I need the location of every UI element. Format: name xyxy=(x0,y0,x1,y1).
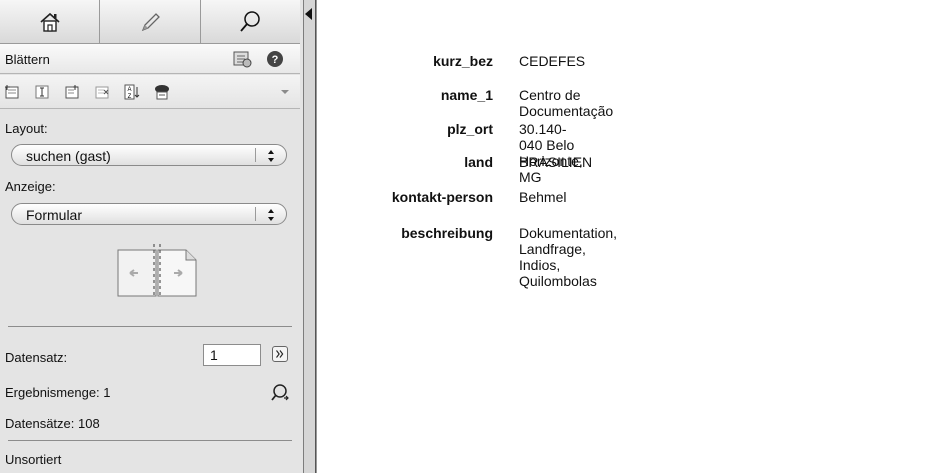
tab-find[interactable] xyxy=(200,0,300,43)
chevron-down-icon[interactable] xyxy=(280,88,290,96)
field-label-name-1: name_1 xyxy=(440,87,493,103)
divider xyxy=(8,440,292,441)
field-label-land: land xyxy=(464,154,493,170)
find-request-icon[interactable] xyxy=(152,84,172,100)
tab-layout[interactable] xyxy=(100,0,201,43)
pencil-icon xyxy=(141,12,160,31)
field-value-beschreibung[interactable]: Dokumentation, Landfrage, Indios, Quilom… xyxy=(519,225,617,289)
view-label: Anzeige: xyxy=(5,179,56,194)
go-to-record-button[interactable] xyxy=(272,346,288,362)
status-area: Blättern ? AZ Layout: suchen (gast) Anze… xyxy=(0,0,304,473)
field-value-plz-ort[interactable]: 30.140-040 Belo Horizonte, MG xyxy=(519,121,583,185)
mode-tabs xyxy=(0,0,300,44)
svg-text:?: ? xyxy=(272,54,279,66)
sort-status: Unsortiert xyxy=(5,452,62,467)
home-icon xyxy=(40,12,60,32)
book-navigator-icon[interactable] xyxy=(116,240,198,298)
select-divider xyxy=(255,207,256,221)
record-form: kurz_bez CEDEFES name_1 Centro de Docume… xyxy=(316,0,926,473)
updown-arrows-icon xyxy=(268,150,274,162)
duplicate-record-icon[interactable] xyxy=(64,84,80,100)
record-number-input[interactable]: 1 xyxy=(203,344,261,366)
record-toolbar: AZ xyxy=(0,75,300,109)
field-label-kontakt-person: kontakt-person xyxy=(391,189,493,205)
sort-icon[interactable]: AZ xyxy=(124,84,140,100)
script-icon[interactable] xyxy=(232,50,252,68)
help-icon[interactable]: ? xyxy=(266,50,284,68)
new-record-icon[interactable] xyxy=(4,84,20,100)
layout-select-value: suchen (gast) xyxy=(26,148,111,164)
sidebar-toggle[interactable] xyxy=(304,0,316,473)
found-count: Ergebnismenge: 1 xyxy=(5,385,111,400)
field-value-land[interactable]: BRASILIEN xyxy=(519,154,592,170)
find-icon[interactable] xyxy=(270,383,290,403)
divider xyxy=(8,326,292,327)
field-value-kurz-bez[interactable]: CEDEFES xyxy=(519,53,585,69)
view-select-value: Formular xyxy=(26,207,83,223)
field-label-kurz-bez: kurz_bez xyxy=(433,53,493,69)
field-value-name-1[interactable]: Centro de Documentação xyxy=(519,87,613,119)
collapse-arrow-icon xyxy=(305,8,312,20)
browse-header: Blättern ? xyxy=(0,44,300,74)
svg-text:Z: Z xyxy=(128,94,132,100)
tab-browse[interactable] xyxy=(0,0,101,43)
text-cursor-icon[interactable] xyxy=(34,84,50,100)
svg-text:A: A xyxy=(127,87,131,93)
layout-select[interactable]: suchen (gast) xyxy=(11,144,287,166)
field-value-kontakt-person[interactable]: Behmel xyxy=(519,189,566,205)
updown-arrows-icon xyxy=(268,209,274,221)
section-title: Blättern xyxy=(5,52,50,67)
select-divider xyxy=(255,148,256,162)
layout-label: Layout: xyxy=(5,121,48,136)
total-count: Datensätze: 108 xyxy=(5,416,100,431)
search-icon xyxy=(240,10,261,32)
delete-record-icon[interactable] xyxy=(94,84,110,100)
record-label: Datensatz: xyxy=(5,350,68,365)
field-label-beschreibung: beschreibung xyxy=(401,225,493,241)
view-select[interactable]: Formular xyxy=(11,203,287,225)
field-label-plz-ort: plz_ort xyxy=(447,121,493,137)
